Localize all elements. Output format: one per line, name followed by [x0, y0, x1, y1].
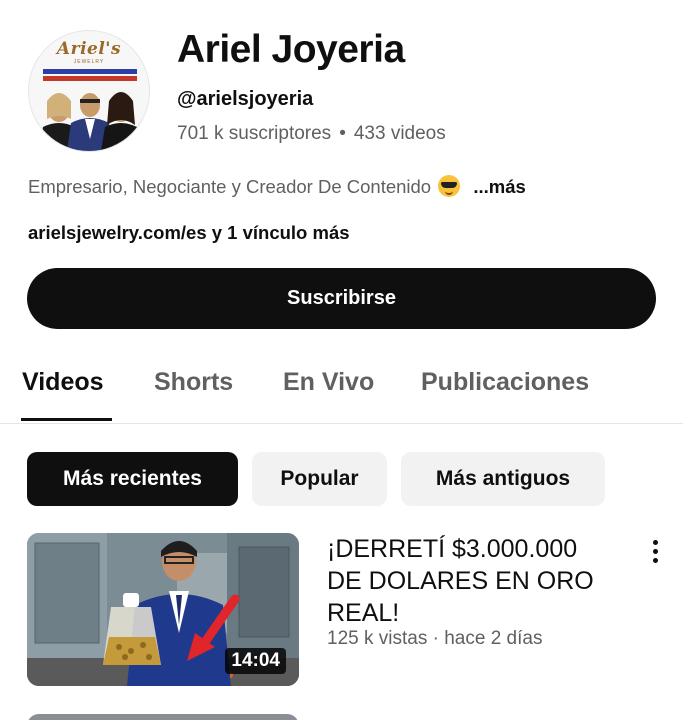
avatar-banner-line — [43, 69, 137, 74]
more-vert-icon[interactable] — [643, 536, 669, 566]
filter-chip-popular[interactable]: Popular — [252, 452, 387, 506]
tab-shorts[interactable]: Shorts — [154, 368, 233, 397]
channel-header: Ariel's JEWELRY Ariel Joyeria @arielsjoy… — [0, 0, 683, 160]
filter-chip-latest[interactable]: Más recientes — [27, 452, 238, 506]
filter-chip-oldest[interactable]: Más antiguos — [401, 452, 605, 506]
avatar-people-image — [39, 92, 141, 151]
video-duration: 14:04 — [225, 648, 286, 674]
description-text: Empresario, Negociante y Creador De Cont… — [28, 176, 432, 197]
smiling-face-with-sunglasses-icon — [438, 175, 461, 197]
tab-videos[interactable]: Videos — [22, 368, 104, 397]
channel-tabs: Videos Shorts En Vivo Publicaciones — [0, 358, 683, 424]
video-list-item[interactable]: 14:04 ¡DERRETÍ $3.000.000 DE DOLARES EN … — [0, 532, 683, 692]
video-title[interactable]: ¡DERRETÍ $3.000.000 DE DOLARES EN ORO RE… — [327, 533, 617, 629]
tab-posts[interactable]: Publicaciones — [421, 368, 589, 397]
channel-avatar[interactable]: Ariel's JEWELRY — [28, 30, 150, 152]
channel-stats: 701 k suscriptores • 433 videos — [177, 123, 446, 145]
channel-name: Ariel Joyeria — [177, 28, 405, 71]
tab-live[interactable]: En Vivo — [283, 368, 374, 397]
video-count: 433 videos — [353, 123, 446, 144]
subscribe-button[interactable]: Suscribirse — [27, 268, 656, 329]
video-list-item[interactable] — [0, 710, 683, 720]
channel-description[interactable]: Empresario, Negociante y Creador De Cont… — [28, 175, 526, 198]
channel-handle: @arielsjoyeria — [177, 88, 314, 110]
video-thumbnail[interactable]: 14:04 — [27, 533, 299, 686]
active-tab-indicator — [21, 418, 112, 421]
subscriber-count: 701 k suscriptores — [177, 123, 332, 144]
video-thumbnail[interactable] — [27, 714, 299, 720]
video-meta: 125 k vistas · hace 2 días — [327, 628, 543, 649]
avatar-logo-sub: JEWELRY — [73, 59, 105, 65]
more-link[interactable]: ...más — [473, 176, 525, 197]
channel-links[interactable]: arielsjewelry.com/es y 1 vínculo más — [28, 222, 350, 244]
avatar-logo-text: Ariel's — [56, 39, 122, 59]
stats-separator: • — [339, 123, 346, 144]
